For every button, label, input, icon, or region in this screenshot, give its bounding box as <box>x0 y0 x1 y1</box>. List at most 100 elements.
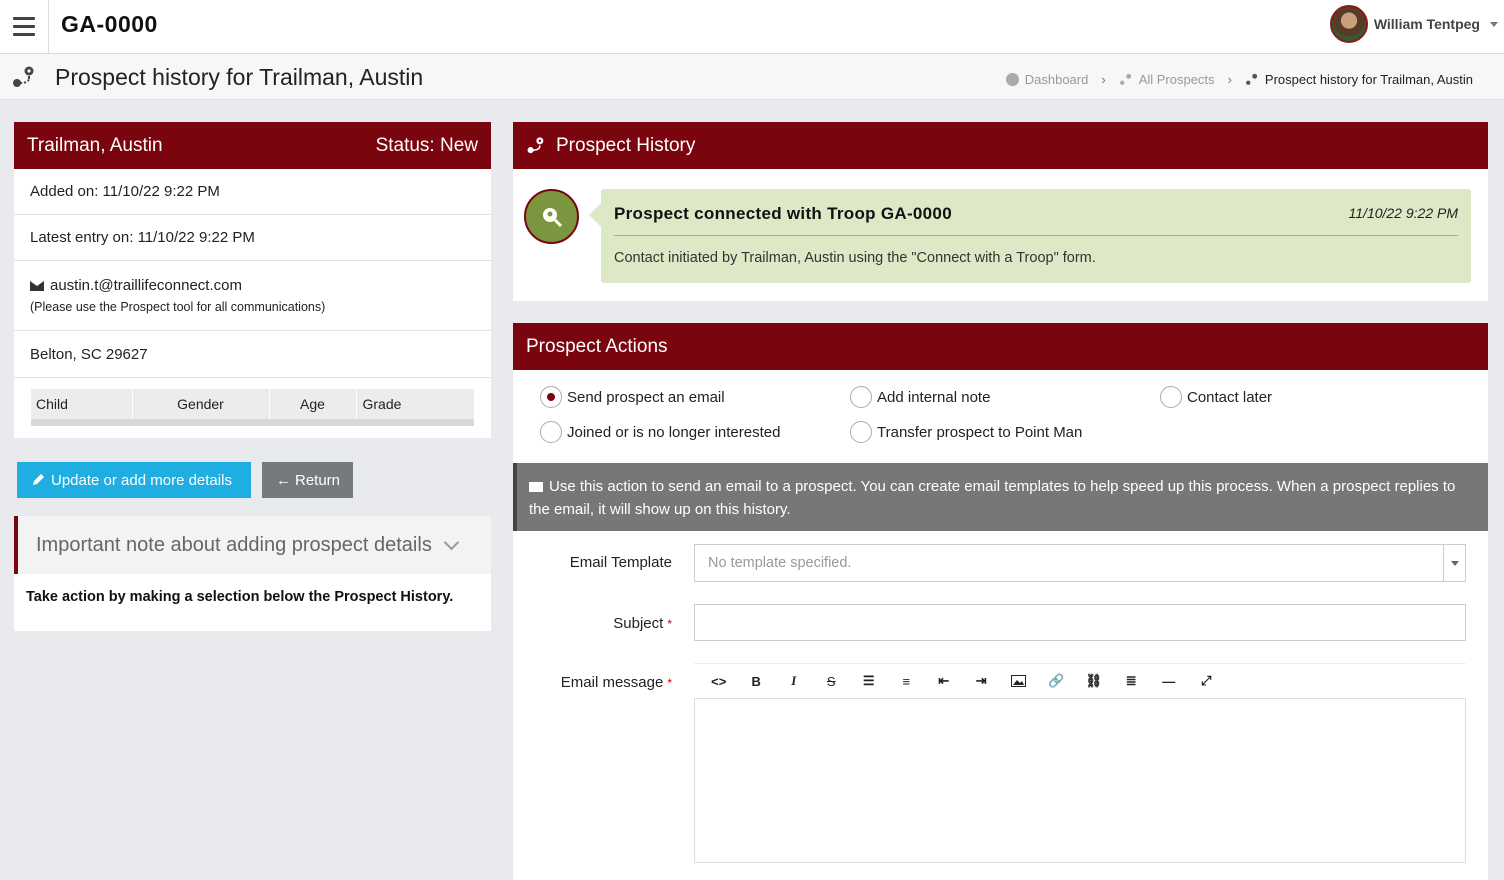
menu-icon[interactable] <box>0 0 49 53</box>
update-details-label: Update or add more details <box>51 471 232 489</box>
breadcrumb: Dashboard › All Prospects › Prospect his… <box>1005 72 1473 87</box>
required-mark: * <box>667 676 672 690</box>
radio-label[interactable]: Add internal note <box>877 389 990 406</box>
update-details-button[interactable]: Update or add more details <box>17 462 251 498</box>
prospect-status: Status: New <box>375 134 478 156</box>
chevron-down-icon[interactable] <box>1443 545 1465 581</box>
prospect-icon <box>13 66 34 87</box>
bold-icon[interactable]: B <box>738 666 776 696</box>
image-icon[interactable] <box>1000 666 1038 696</box>
prospect-icon <box>527 137 544 154</box>
top-bar: GA-0000 William Tentpeg <box>0 0 1504 54</box>
radio-label[interactable]: Transfer prospect to Point Man <box>877 424 1082 441</box>
radio-add-note[interactable]: Add internal note <box>850 386 990 408</box>
email-message-label: Email message * <box>561 674 672 691</box>
column-header: Child <box>31 389 133 419</box>
radio-button[interactable] <box>540 386 562 408</box>
link-icon[interactable]: 🔗 <box>1038 666 1076 696</box>
email-template-label: Email Template <box>569 554 672 571</box>
fullscreen-icon[interactable]: ⤢ <box>1188 666 1226 696</box>
breadcrumb-current: Prospect history for Trailman, Austin <box>1264 72 1473 87</box>
email-note: (Please use the Prospect tool for all co… <box>30 300 326 314</box>
history-entry: Prospect connected with Troop GA-0000 11… <box>589 189 1471 283</box>
radio-contact-later[interactable]: Contact later <box>1160 386 1272 408</box>
prospect-actions-header: Prospect Actions <box>513 323 1488 370</box>
important-note-toggle[interactable]: Important note about adding prospect det… <box>14 516 491 574</box>
radio-label[interactable]: Contact later <box>1187 389 1272 406</box>
radio-label[interactable]: Joined or is no longer interested <box>567 424 780 441</box>
chevron-down-icon[interactable] <box>443 534 460 550</box>
prospect-icon <box>1245 73 1258 85</box>
prospect-icon <box>1119 73 1131 85</box>
page-header: Prospect history for Trailman, Austin Da… <box>0 54 1504 100</box>
editor-toolbar: <> B I S ☰ ≡ ⇤ ⇥ 🔗 ⛓ ≣ — ⤢ <box>694 664 1466 699</box>
email-template-select[interactable]: No template specified. <box>694 544 1466 582</box>
radio-button[interactable] <box>540 421 562 443</box>
required-mark: * <box>667 617 672 631</box>
arrow-left-icon: ← <box>276 471 291 489</box>
chevron-down-icon[interactable] <box>1490 21 1498 27</box>
strikethrough-icon[interactable]: S <box>813 666 851 696</box>
radio-transfer[interactable]: Transfer prospect to Point Man <box>850 421 1082 443</box>
column-header: Age <box>269 389 357 419</box>
user-menu[interactable]: William Tentpeg <box>1329 5 1498 43</box>
app-title: GA-0000 <box>61 11 158 37</box>
radio-button[interactable] <box>850 386 872 408</box>
breadcrumb-dashboard[interactable]: Dashboard <box>1025 72 1089 87</box>
envelope-icon <box>529 482 543 493</box>
avatar[interactable] <box>1329 5 1368 43</box>
outdent-icon[interactable]: ⇤ <box>925 666 963 696</box>
subject-label: Subject * <box>613 615 672 632</box>
divider <box>614 235 1458 236</box>
prospect-email: austin.t@traillifeconnect.com <box>50 277 242 294</box>
history-entry-title: Prospect connected with Troop GA-0000 <box>614 204 952 223</box>
envelope-icon <box>30 281 44 292</box>
horizontal-rule-icon[interactable]: — <box>1150 666 1188 696</box>
email-message-label-text: Email message <box>560 674 664 691</box>
prospect-name: Trailman, Austin <box>27 134 163 156</box>
prospect-history-panel: Prospect History Prospect connected with… <box>513 122 1488 301</box>
important-note-body: Take action by making a selection below … <box>26 589 454 605</box>
email-template-placeholder: No template specified. <box>708 555 852 571</box>
important-note-title: Important note about adding prospect det… <box>36 533 432 556</box>
chevron-right-icon: › <box>1227 72 1232 87</box>
prospect-history-header: Prospect History <box>513 122 1488 169</box>
prospect-actions-panel: Prospect Actions Send prospect an email … <box>513 323 1488 880</box>
important-note: Important note about adding prospect det… <box>14 516 491 631</box>
return-label: Return <box>295 471 341 489</box>
user-name[interactable]: William Tentpeg <box>1374 16 1480 32</box>
prospect-details-header: Trailman, Austin Status: New <box>14 122 491 169</box>
breadcrumb-all-prospects[interactable]: All Prospects <box>1139 72 1215 87</box>
radio-joined[interactable]: Joined or is no longer interested <box>540 421 780 443</box>
radio-button[interactable] <box>850 421 872 443</box>
action-info: Use this action to send an email to a pr… <box>513 463 1488 531</box>
code-view-icon[interactable]: <> <box>700 666 738 696</box>
indent-icon[interactable]: ⇥ <box>963 666 1001 696</box>
radio-button[interactable] <box>1160 386 1182 408</box>
numbered-list-icon[interactable]: ≡ <box>888 666 926 696</box>
chevron-right-icon: › <box>1101 72 1106 87</box>
page-title: Prospect history for Trailman, Austin <box>55 64 424 90</box>
latest-entry: Latest entry on: 11/10/22 9:22 PM <box>14 215 491 261</box>
table-footer-bar <box>31 419 474 426</box>
radio-send-email[interactable]: Send prospect an email <box>540 386 725 408</box>
column-header: Gender <box>132 389 270 419</box>
radio-label[interactable]: Send prospect an email <box>567 389 725 406</box>
align-icon[interactable]: ≣ <box>1113 666 1151 696</box>
action-options: Send prospect an email Add internal note… <box>513 370 1488 463</box>
pencil-icon <box>33 474 44 485</box>
added-on: Added on: 11/10/22 9:22 PM <box>14 169 491 215</box>
history-timeline: Prospect connected with Troop GA-0000 11… <box>513 169 1488 301</box>
subject-input[interactable] <box>694 604 1466 641</box>
prospect-history-title: Prospect History <box>556 134 696 156</box>
history-entry-text: Contact initiated by Trailman, Austin us… <box>614 250 1096 266</box>
history-entry-time: 11/10/22 9:22 PM <box>1348 205 1458 221</box>
italic-icon[interactable]: I <box>775 666 813 696</box>
unlink-icon[interactable]: ⛓ <box>1075 666 1113 696</box>
return-button[interactable]: ← Return <box>262 462 353 498</box>
column-header: Grade <box>356 389 474 419</box>
contact-info: austin.t@traillifeconnect.com (Please us… <box>14 261 491 331</box>
email-message-editor[interactable] <box>694 699 1466 863</box>
bulleted-list-icon[interactable]: ☰ <box>850 666 888 696</box>
map-pin-search-icon <box>524 189 579 244</box>
